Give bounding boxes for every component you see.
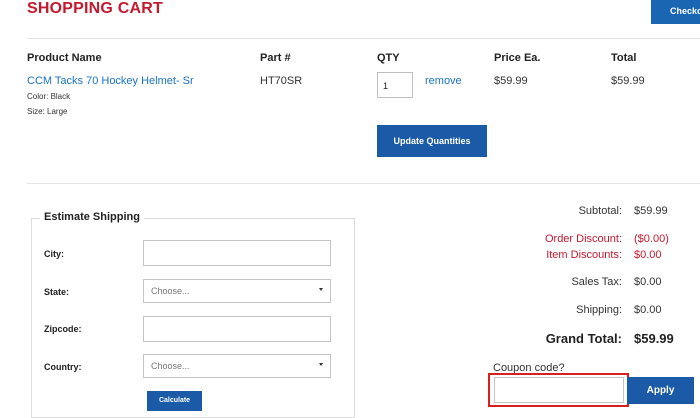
chevron-down-icon: [319, 288, 323, 291]
zipcode-label: Zipcode:: [44, 324, 82, 334]
country-label: Country:: [44, 362, 82, 372]
column-header-qty: QTY: [377, 52, 400, 64]
part-number: HT70SR: [260, 75, 303, 87]
subtotal-label: Subtotal:: [578, 205, 622, 217]
grand-total-value: $59.99: [634, 331, 674, 346]
item-discounts-label: Item Discounts:: [546, 249, 622, 261]
chevron-down-icon: [319, 363, 323, 366]
state-select-value: Choose...: [151, 286, 190, 296]
column-header-part: Part #: [260, 52, 291, 64]
shipping-cost-value: $0.00: [634, 304, 662, 316]
page-title: SHOPPING CART: [27, 0, 163, 17]
column-header-total: Total: [611, 52, 637, 64]
order-discount-value: ($0.00): [634, 233, 669, 245]
line-total: $59.99: [611, 75, 645, 87]
column-header-product: Product Name: [27, 52, 102, 64]
state-label: State:: [44, 287, 70, 297]
grand-total-label: Grand Total:: [545, 331, 622, 346]
apply-coupon-button[interactable]: Apply: [627, 377, 694, 404]
update-quantities-button[interactable]: Update Quantities: [377, 125, 487, 157]
product-size: Size: Large: [27, 107, 68, 116]
sales-tax-value: $0.00: [634, 276, 662, 288]
checkout-button[interactable]: Checko: [651, 0, 700, 24]
country-select[interactable]: Choose...: [143, 354, 331, 378]
product-name-link[interactable]: CCM Tacks 70 Hockey Helmet- Sr: [27, 75, 194, 87]
sales-tax-label: Sales Tax:: [571, 276, 622, 288]
order-discount-label: Order Discount:: [544, 233, 622, 245]
city-label: City:: [44, 249, 64, 259]
quantity-input[interactable]: 1: [377, 72, 413, 98]
state-select[interactable]: Choose...: [143, 279, 331, 303]
estimate-shipping-heading: Estimate Shipping: [40, 211, 144, 223]
header-divider: [27, 38, 700, 39]
country-select-value: Choose...: [151, 361, 190, 371]
subtotal-value: $59.99: [634, 205, 668, 217]
product-color: Color: Black: [27, 92, 71, 101]
shipping-cost-label: Shipping:: [576, 304, 622, 316]
section-divider: [27, 183, 700, 184]
remove-link[interactable]: remove: [425, 75, 462, 87]
column-header-price: Price Ea.: [494, 52, 541, 64]
city-field[interactable]: [143, 240, 331, 266]
calculate-button[interactable]: Calculate: [147, 391, 202, 411]
item-discounts-value: $0.00: [634, 249, 662, 261]
zipcode-field[interactable]: [143, 316, 331, 342]
price-each: $59.99: [494, 75, 528, 87]
coupon-highlight-box: [488, 373, 629, 407]
